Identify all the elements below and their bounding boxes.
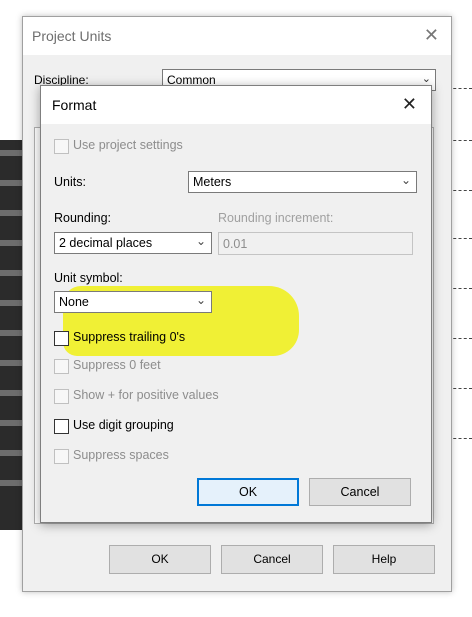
model-beam bbox=[0, 240, 24, 246]
rounding-increment-label: Rounding increment: bbox=[218, 211, 334, 225]
ok-button[interactable]: OK bbox=[197, 478, 299, 506]
units-label: Units: bbox=[54, 175, 86, 189]
checkbox-box bbox=[54, 359, 69, 374]
use-project-settings-label: Use project settings bbox=[73, 138, 183, 152]
model-beam bbox=[0, 390, 24, 396]
checkbox-box bbox=[54, 139, 69, 154]
units-select[interactable]: Meters ⌄ bbox=[188, 171, 417, 193]
model-beam bbox=[0, 330, 24, 336]
unit-symbol-label: Unit symbol: bbox=[54, 271, 123, 285]
format-dialog: Format ✕ Use project settings Units: Met… bbox=[40, 85, 432, 523]
checkbox-box bbox=[54, 419, 69, 434]
chevron-down-icon: ⌄ bbox=[195, 234, 206, 248]
model-beam bbox=[0, 300, 24, 306]
close-icon[interactable]: ✕ bbox=[424, 25, 439, 45]
model-beam bbox=[0, 420, 24, 426]
model-beam bbox=[0, 270, 24, 276]
chevron-down-icon: ⌄ bbox=[195, 293, 206, 307]
model-beam bbox=[0, 180, 24, 186]
units-value: Meters bbox=[193, 175, 232, 189]
rounding-label: Rounding: bbox=[54, 211, 111, 225]
checkbox-box bbox=[54, 389, 69, 404]
suppress-spaces-label: Suppress spaces bbox=[73, 448, 169, 462]
model-beam bbox=[0, 210, 24, 216]
rounding-value: 2 decimal places bbox=[59, 236, 153, 250]
rounding-select[interactable]: 2 decimal places ⌄ bbox=[54, 232, 212, 254]
model-beam bbox=[0, 450, 24, 456]
checkbox-box bbox=[54, 449, 69, 464]
model-beam bbox=[0, 150, 24, 156]
chevron-down-icon: ⌄ bbox=[400, 173, 411, 187]
rounding-increment-value: 0.01 bbox=[223, 237, 248, 251]
show-plus-label: Show + for positive values bbox=[73, 388, 219, 402]
cancel-button[interactable]: Cancel bbox=[309, 478, 411, 506]
suppress-zero-feet-label: Suppress 0 feet bbox=[73, 358, 161, 372]
checkbox-box bbox=[54, 331, 69, 346]
format-title: Format bbox=[52, 97, 97, 113]
format-titlebar[interactable]: Format ✕ bbox=[41, 86, 431, 124]
model-beam bbox=[0, 360, 24, 366]
close-icon[interactable]: ✕ bbox=[402, 94, 417, 114]
ok-button[interactable]: OK bbox=[109, 545, 211, 574]
suppress-trailing-zeros-label: Suppress trailing 0's bbox=[73, 330, 186, 344]
background-model-view bbox=[0, 140, 24, 530]
cancel-button[interactable]: Cancel bbox=[221, 545, 323, 574]
use-digit-grouping-label: Use digit grouping bbox=[73, 418, 174, 432]
unit-symbol-value: None bbox=[59, 295, 89, 309]
project-units-titlebar[interactable]: Project Units ✕ bbox=[23, 17, 451, 55]
project-units-title: Project Units bbox=[32, 28, 112, 44]
help-button[interactable]: Help bbox=[333, 545, 435, 574]
chevron-down-icon: ⌄ bbox=[421, 73, 431, 85]
rounding-increment-field[interactable]: 0.01 bbox=[218, 232, 413, 255]
model-beam bbox=[0, 480, 24, 486]
unit-symbol-select[interactable]: None ⌄ bbox=[54, 291, 212, 313]
